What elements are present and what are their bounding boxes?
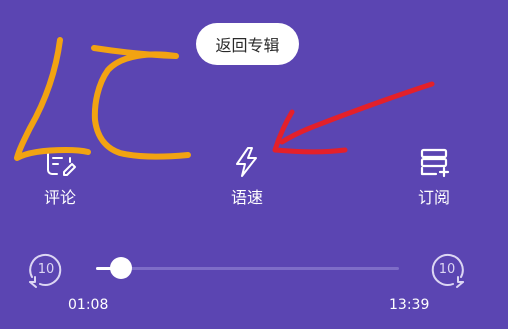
speed-label: 语速: [230, 188, 263, 207]
comment-label: 评论: [43, 188, 76, 207]
progress-thumb[interactable]: [110, 257, 133, 279]
orange-letter-l-stroke: [14, 37, 91, 161]
current-time: 01:08: [68, 297, 109, 313]
skip-back-seconds: 10: [38, 262, 55, 277]
orange-letter-c-stroke: [91, 45, 191, 160]
playlist-add-icon: [414, 142, 454, 182]
progress-track[interactable]: [96, 267, 399, 270]
back-to-album-button[interactable]: 返回专辑: [196, 23, 299, 65]
subscribe-label: 订阅: [417, 188, 450, 207]
forward-10-icon: 10: [431, 253, 464, 288]
edit-note-icon: [40, 142, 80, 182]
rewind-10-icon: 10: [29, 253, 62, 288]
skip-back-button[interactable]: 10: [22, 246, 68, 292]
speed-button[interactable]: 语速: [205, 142, 289, 208]
back-to-album-label: 返回专辑: [215, 36, 280, 55]
red-arrow-shaft: [279, 81, 435, 145]
subscribe-button[interactable]: 订阅: [392, 142, 476, 208]
lightning-bolt-icon: [227, 142, 267, 182]
total-time: 13:39: [389, 297, 430, 313]
skip-forward-button[interactable]: 10: [425, 246, 471, 292]
comment-button[interactable]: 评论: [18, 142, 102, 208]
skip-forward-seconds: 10: [439, 262, 456, 277]
